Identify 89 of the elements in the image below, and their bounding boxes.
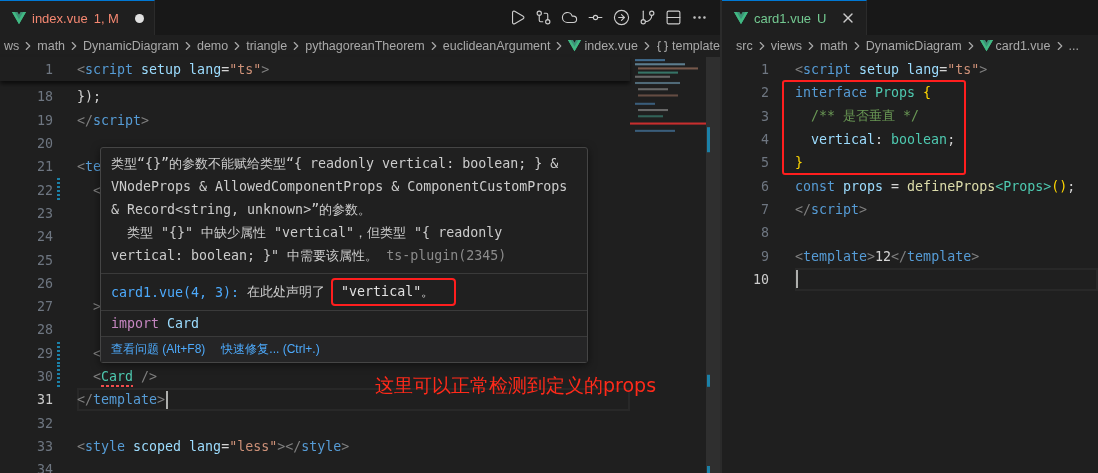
braces-icon (656, 39, 669, 53)
code-line: <te (77, 159, 102, 175)
popup-action-link[interactable]: 查看问题 (Alt+F8) (111, 341, 206, 358)
text-cursor (796, 270, 798, 289)
text-cursor (166, 390, 169, 409)
popup-action-link[interactable]: 快速修复... (Ctrl+.) (221, 341, 320, 358)
line-number: 26 (37, 275, 53, 291)
scrollbar-track[interactable] (706, 57, 720, 473)
code-line: < (92, 182, 102, 198)
code-line: <script setup lang="ts"> (795, 62, 988, 78)
line-number: 6 (761, 178, 769, 194)
unsaved-dot-icon[interactable] (134, 13, 144, 23)
breadcrumb-item[interactable]: views (770, 39, 802, 53)
breadcrumb-item[interactable]: ... (1068, 39, 1079, 53)
tab-label: card1.vue (754, 10, 812, 26)
line-number: 21 (37, 159, 53, 175)
code-line: <Card /> (77, 369, 158, 384)
code-line: interface Props { (795, 85, 932, 101)
error-detail: 类型 "{}" 中缺少属性 "vertical"，但类型 "{ readonly vertical: boolean; }" 中需要该属性。 ts-plugin(2345) (111, 224, 508, 265)
line-number: 23 (37, 205, 53, 221)
editor-tab[interactable]: card1.vue U (722, 0, 868, 35)
line-number: 2 (761, 85, 769, 101)
code-line: const props = defineProps<Props>(); (795, 178, 1076, 194)
breadcrumb-item[interactable]: card1.vue (995, 39, 1051, 53)
code-line: </script> (77, 112, 150, 128)
line-number: 27 (37, 299, 53, 315)
breadcrumb-item[interactable]: triangle (246, 39, 288, 53)
line-number: 33 (37, 438, 53, 454)
line-number: 9 (761, 248, 769, 264)
tab-status-label: 1, M (93, 10, 119, 26)
line-number: 29 (37, 345, 53, 361)
breadcrumb-item[interactable]: DynamicDiagram (83, 39, 179, 53)
code-line: <script setup lang="ts"> (77, 62, 270, 78)
breadcrumb-item[interactable]: euclideanArgument (442, 39, 551, 53)
line-number: 22 (37, 182, 53, 198)
related-text: 在此处声明了 (247, 283, 326, 301)
line-number: 20 (37, 136, 53, 152)
line-number: 5 (761, 155, 769, 171)
cloud-icon[interactable] (561, 9, 578, 26)
breadcrumb-item[interactable]: index.vue (584, 39, 638, 53)
line-number: 1 (45, 62, 53, 78)
tab-status-label: U (817, 10, 827, 26)
code-line: vertical: boolean; (810, 132, 956, 148)
branch-icon[interactable] (639, 9, 656, 26)
line-number: 3 (761, 108, 769, 124)
code-line: </script> (795, 201, 868, 217)
code-line: <style scoped lang="less"></style> (77, 438, 350, 454)
breadcrumb-item[interactable]: math (37, 39, 66, 53)
breadcrumb-item[interactable]: src (736, 39, 753, 53)
code-line: </template> (77, 392, 166, 408)
line-number: 10 (753, 271, 769, 287)
line-number: 24 (37, 229, 53, 245)
line-number: 8 (761, 225, 769, 241)
code-line: /** 是否垂直 */ (810, 107, 920, 126)
tab-label: index.vue (32, 10, 88, 26)
error-message: 类型“{}”的参数不能赋给类型“{ readonly vertical: boolean; } & VNodeProps & AllowedComponentProps & ComponentCustomProps & Record<string, unknown>”的参数。 (111, 155, 569, 219)
breadcrumb-item[interactable]: math (819, 39, 848, 53)
breadcrumb-item[interactable]: demo (196, 39, 229, 53)
line-number: 18 (37, 89, 53, 105)
code-line: < (92, 345, 102, 361)
vue-logo-icon (568, 40, 582, 52)
code-line: > (92, 299, 102, 315)
compare-icon[interactable] (535, 9, 552, 26)
highlighted-code: "vertical"。 (333, 280, 455, 304)
vue-logo-icon (12, 11, 26, 25)
vue-logo-icon (734, 11, 748, 25)
line-number: 25 (37, 252, 53, 268)
line-number: 31 (37, 392, 53, 408)
code-line: }); (77, 89, 102, 105)
line-number: 19 (37, 112, 53, 128)
code-line: <template>12</template> (795, 248, 980, 264)
editor-tab[interactable]: index.vue 1, M (0, 0, 155, 35)
play-icon[interactable] (509, 9, 526, 26)
breadcrumb-item[interactable]: DynamicDiagram (865, 39, 962, 53)
file-link[interactable]: card1.vue(4, 3): (111, 284, 240, 300)
line-number: 4 (761, 132, 769, 148)
line-number: 7 (761, 201, 769, 217)
split-editor-icon[interactable] (665, 9, 682, 26)
annotation-text: 这里可以正常检测到定义的props (375, 373, 657, 398)
breadcrumb-item[interactable]: template (672, 39, 720, 53)
line-number: 28 (37, 322, 53, 338)
breadcrumb-item[interactable]: ws (4, 39, 20, 53)
vue-logo-icon (979, 40, 993, 52)
code-suggestion: import Card (111, 316, 200, 333)
line-number: 32 (37, 415, 53, 431)
code-line: } (795, 155, 803, 171)
breadcrumb-item[interactable]: pythagoreanTheorem (305, 39, 425, 53)
line-number: 30 (37, 369, 53, 384)
line-number: 1 (761, 62, 769, 78)
